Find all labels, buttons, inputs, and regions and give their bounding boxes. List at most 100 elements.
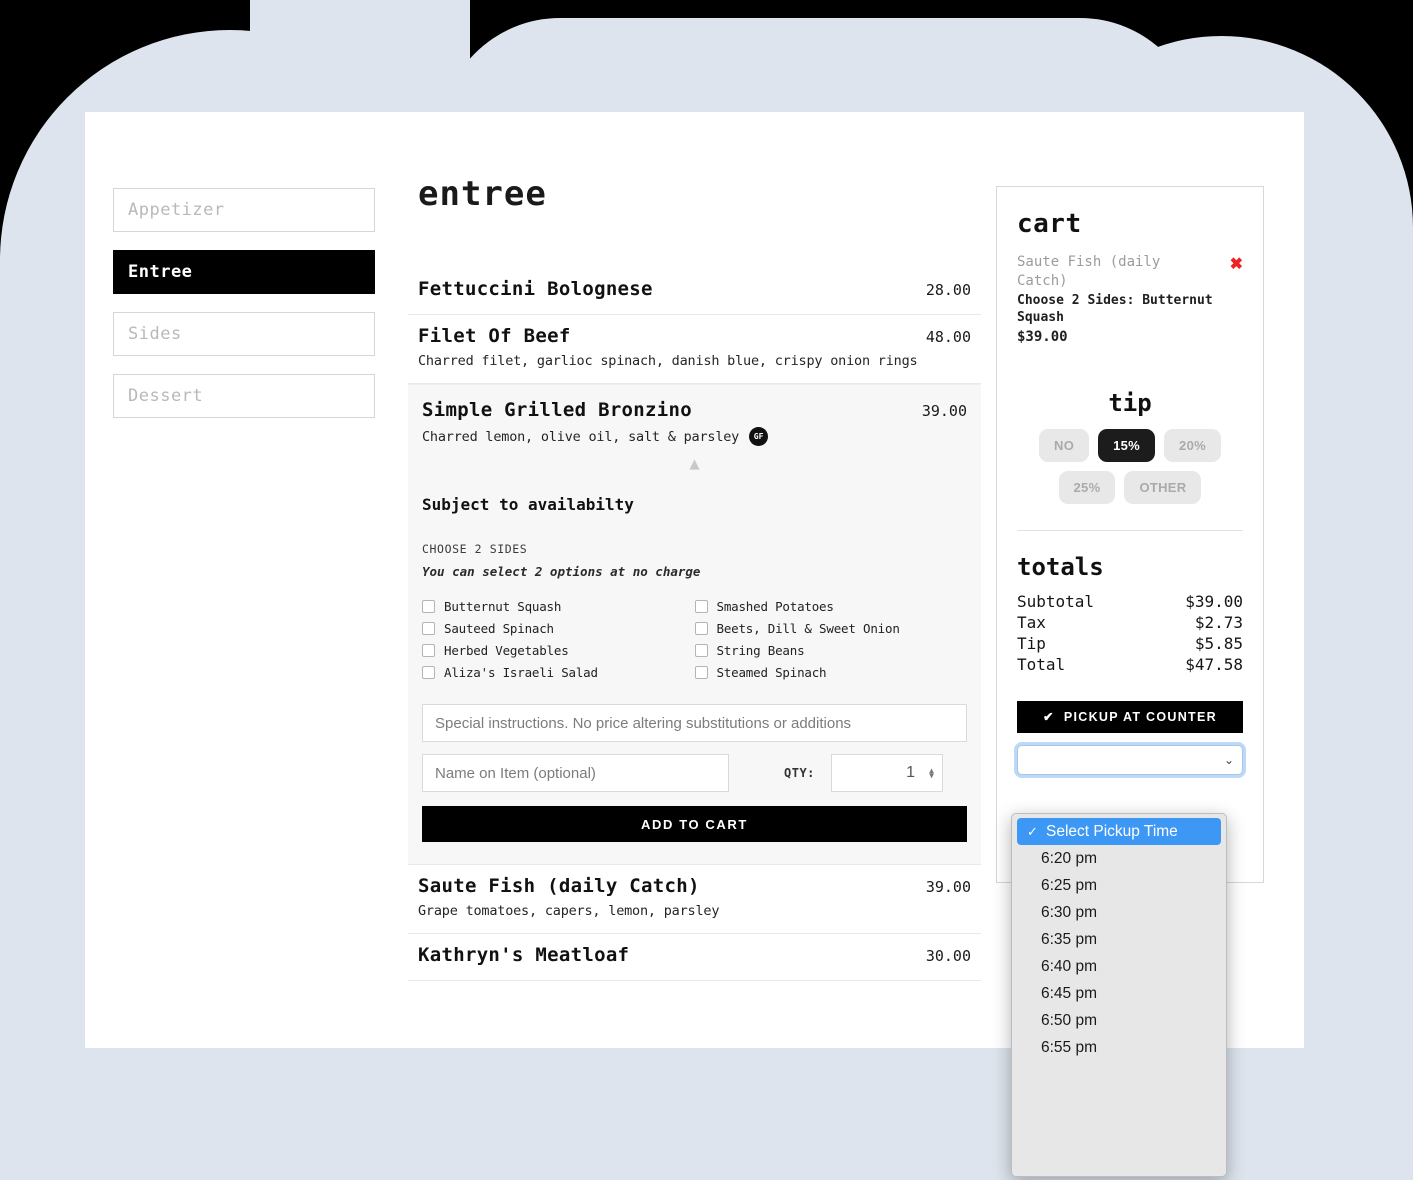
- menu-item-fettuccini-bolognese[interactable]: Fettuccini Bolognese 28.00: [408, 268, 981, 315]
- option-smashed-potatoes[interactable]: Smashed Potatoes: [694, 597, 968, 616]
- tip-option-other[interactable]: OTHER: [1124, 470, 1202, 504]
- chevron-up-icon[interactable]: ▲: [422, 456, 967, 473]
- sidebar-item-appetizer[interactable]: Appetizer: [113, 188, 375, 232]
- total-row-total: Total $47.58: [1017, 654, 1243, 675]
- cart-item-price: $39.00: [1017, 328, 1068, 345]
- choose-sides-hint: You can select 2 options at no charge: [422, 564, 701, 579]
- quantity-label: QTY:: [784, 766, 815, 780]
- dropdown-option-655pm[interactable]: 6:55 pm: [1012, 1034, 1226, 1061]
- check-icon: ✓: [1027, 823, 1038, 839]
- menu-item-simple-grilled-bronzino[interactable]: Simple Grilled Bronzino 39.00 Charred le…: [408, 384, 981, 865]
- menu-item-description: Charred filet, garlioc spinach, danish b…: [418, 353, 918, 369]
- option-alizas-israeli-salad[interactable]: Aliza's Israeli Salad: [422, 663, 695, 682]
- option-butternut-squash[interactable]: Butternut Squash: [422, 597, 695, 616]
- pickup-time-dropdown[interactable]: ✓ Select Pickup Time 6:20 pm 6:25 pm 6:3…: [1011, 813, 1227, 1177]
- dropdown-option-650pm[interactable]: 6:50 pm: [1012, 1007, 1226, 1034]
- option-beets-dill-sweet-onion[interactable]: Beets, Dill & Sweet Onion: [694, 619, 968, 638]
- dropdown-option-645pm[interactable]: 6:45 pm: [1012, 980, 1226, 1007]
- tip-option-no[interactable]: NO: [1039, 428, 1090, 462]
- add-to-cart-button[interactable]: ADD TO CART: [422, 806, 967, 842]
- menu-item-header: Saute Fish (daily Catch) 39.00: [418, 875, 971, 897]
- menu-item-name: Simple Grilled Bronzino: [422, 399, 692, 421]
- special-instructions-input[interactable]: [422, 704, 967, 742]
- quantity-group: QTY: 1 ▲ ▼: [784, 754, 943, 792]
- totals-title: totals: [1017, 552, 1104, 581]
- sidebar-item-label: Dessert: [128, 386, 204, 406]
- cart-item-name: Saute Fish (daily Catch): [1017, 254, 1161, 289]
- check-icon: ✔: [1043, 710, 1055, 725]
- pickup-button-label: PICKUP AT COUNTER: [1063, 709, 1217, 724]
- dropdown-option-label: 6:40 pm: [1041, 957, 1098, 975]
- checkbox-icon[interactable]: [422, 622, 435, 635]
- sidebar-item-label: Entree: [128, 262, 193, 282]
- checkbox-icon[interactable]: [694, 600, 708, 613]
- tip-option-15[interactable]: 15%: [1098, 428, 1156, 462]
- option-label: Beets, Dill & Sweet Onion: [716, 621, 900, 636]
- divider: [1017, 529, 1243, 531]
- sidebar-item-sides[interactable]: Sides: [113, 312, 375, 356]
- option-herbed-vegetables[interactable]: Herbed Vegetables: [422, 641, 695, 660]
- tip-option-25[interactable]: 25%: [1058, 470, 1116, 504]
- sidebar-item-entree[interactable]: Entree: [113, 250, 375, 294]
- total-label: Total: [1017, 654, 1066, 674]
- menu-item-header: Kathryn's Meatloaf 30.00: [418, 944, 971, 966]
- quantity-stepper[interactable]: 1 ▲ ▼: [830, 754, 943, 792]
- dropdown-option-625pm[interactable]: 6:25 pm: [1012, 872, 1226, 899]
- remove-item-icon[interactable]: ✖: [1230, 254, 1243, 274]
- choose-sides-label: CHOOSE 2 SIDES: [422, 542, 528, 556]
- total-value: $47.58: [1185, 654, 1243, 674]
- dropdown-option-label: Select Pickup Time: [1046, 822, 1178, 840]
- menu-item-header: Filet Of Beef 48.00: [418, 325, 971, 347]
- name-on-item-input[interactable]: [422, 754, 729, 792]
- menu-item-description-row: Charred lemon, olive oil, salt & parsley…: [422, 427, 967, 446]
- option-label: Herbed Vegetables: [444, 643, 569, 658]
- total-row-tip: Tip $5.85: [1017, 633, 1243, 654]
- dropdown-option-635pm[interactable]: 6:35 pm: [1012, 926, 1226, 953]
- dropdown-option-630pm[interactable]: 6:30 pm: [1012, 899, 1226, 926]
- menu-item-name: Filet Of Beef: [418, 325, 571, 347]
- sidebar-item-dessert[interactable]: Dessert: [113, 374, 375, 418]
- stepper-arrows-icon[interactable]: ▲ ▼: [929, 767, 934, 780]
- menu-item-name: Kathryn's Meatloaf: [418, 944, 630, 966]
- cart-title: cart: [1017, 209, 1082, 239]
- option-label: String Beans: [716, 643, 805, 658]
- dropdown-option-label: 6:20 pm: [1041, 849, 1098, 867]
- option-sauteed-spinach[interactable]: Sauteed Spinach: [422, 619, 695, 638]
- menu-item-price: 39.00: [921, 402, 967, 420]
- menu-item-filet-of-beef[interactable]: Filet Of Beef 48.00 Charred filet, garli…: [408, 315, 981, 384]
- checkbox-icon[interactable]: [694, 622, 708, 635]
- menu-item-name: Fettuccini Bolognese: [418, 278, 653, 300]
- pickup-time-select[interactable]: ⌄: [1017, 744, 1243, 775]
- menu-item-kathryns-meatloaf[interactable]: Kathryn's Meatloaf 30.00: [408, 934, 981, 981]
- dropdown-option-label: 6:35 pm: [1041, 930, 1098, 948]
- menu-item-saute-fish[interactable]: Saute Fish (daily Catch) 39.00 Grape tom…: [408, 865, 981, 934]
- menu-item-description: Grape tomatoes, capers, lemon, parsley: [418, 903, 720, 919]
- menu-item-header: Fettuccini Bolognese 28.00: [418, 278, 971, 300]
- checkbox-icon[interactable]: [422, 666, 435, 679]
- availability-note: Subject to availabilty: [422, 495, 634, 514]
- menu-item-header: Simple Grilled Bronzino 39.00: [422, 399, 967, 421]
- dropdown-option-label: 6:50 pm: [1041, 1011, 1098, 1029]
- pickup-at-counter-button[interactable]: ✔ PICKUP AT COUNTER: [1017, 700, 1243, 733]
- total-row-tax: Tax $2.73: [1017, 612, 1243, 633]
- total-value: $39.00: [1185, 591, 1243, 611]
- cart-panel: cart Saute Fish (daily Catch) Choose 2 S…: [996, 186, 1264, 883]
- checkbox-icon[interactable]: [422, 644, 435, 657]
- option-label: Smashed Potatoes: [716, 599, 834, 614]
- menu-item-name: Saute Fish (daily Catch): [418, 875, 700, 897]
- dropdown-option-640pm[interactable]: 6:40 pm: [1012, 953, 1226, 980]
- option-steamed-spinach[interactable]: Steamed Spinach: [694, 663, 968, 682]
- dropdown-option-620pm[interactable]: 6:20 pm: [1012, 845, 1226, 872]
- sides-option-list: Butternut Squash Smashed Potatoes Sautee…: [422, 597, 967, 682]
- total-value: $5.85: [1194, 633, 1243, 653]
- cart-item-sides: Choose 2 Sides: Butternut Squash: [1017, 292, 1213, 326]
- category-sidebar: Appetizer Entree Sides Dessert: [113, 188, 375, 436]
- checkbox-icon[interactable]: [694, 644, 708, 657]
- menu-item-price: 39.00: [925, 878, 971, 896]
- checkbox-icon[interactable]: [694, 666, 708, 679]
- menu-item-price: 28.00: [925, 281, 971, 299]
- dropdown-option-select-pickup-time[interactable]: ✓ Select Pickup Time: [1017, 818, 1221, 845]
- checkbox-icon[interactable]: [422, 600, 435, 613]
- option-string-beans[interactable]: String Beans: [694, 641, 968, 660]
- tip-option-20[interactable]: 20%: [1164, 428, 1221, 462]
